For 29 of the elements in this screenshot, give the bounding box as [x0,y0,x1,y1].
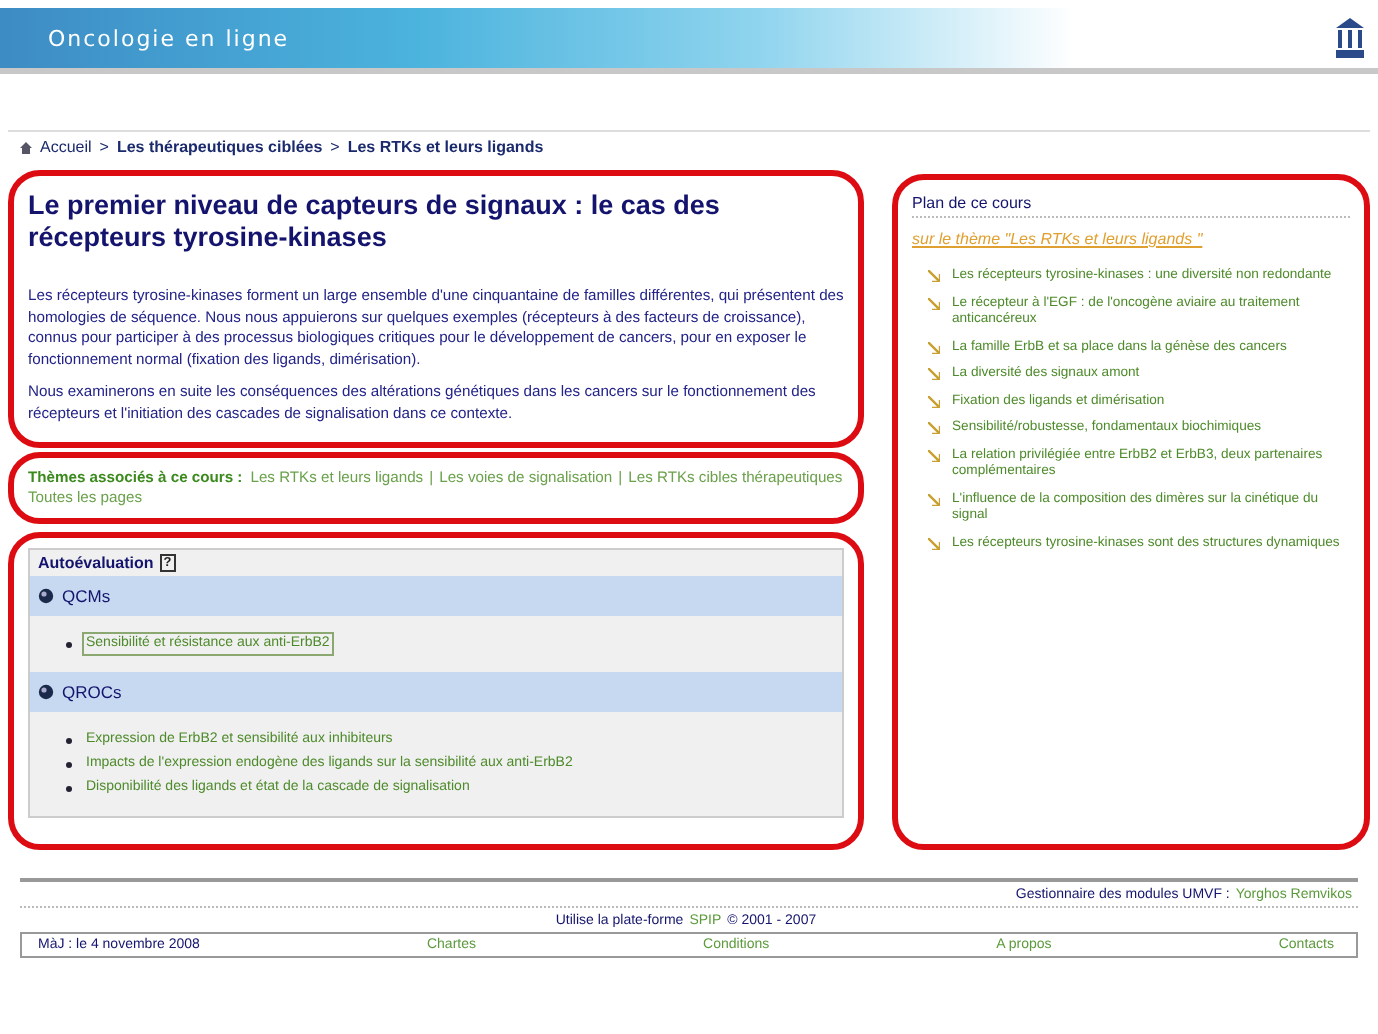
bullet-icon [66,641,72,647]
arrow-icon [928,395,940,407]
article-title: Le premier niveau de capteurs de signaux : le cas des récepteurs tyrosine-kinases [28,190,722,254]
arrow-icon [928,368,940,380]
breadcrumb-separator: > [99,138,109,156]
breadcrumb-link[interactable]: Accueil [40,138,92,156]
breadcrumb-link[interactable]: Les RTKs et leurs ligands [347,138,544,156]
bullet-icon [66,761,72,767]
breadcrumb-separator: > [330,138,340,156]
site-title: Oncologie en ligne [48,25,290,51]
arrow-icon [928,493,940,505]
plan-title: Plan de ce cours [912,194,1350,218]
section-title: QCMs [62,586,111,606]
plan-theme-link[interactable]: sur le thème "Les RTKs et leurs ligands " [912,230,1350,248]
bullet-icon [66,785,72,791]
arrow-icon [928,537,940,549]
bullet-icon [66,737,72,743]
arrow-icon [928,270,940,282]
arrow-icon [928,449,940,461]
home-icon [20,141,32,153]
section-title: QROCs [62,682,122,702]
bullet-icon [38,684,54,700]
self-assessment-title: Autoévaluation [38,554,154,572]
bullet-icon [38,588,54,604]
arrow-icon [928,341,940,353]
institution-logo-icon [1334,16,1366,60]
arrow-icon [928,297,940,309]
arrow-icon [928,422,940,434]
breadcrumb-link[interactable]: Les thérapeutiques ciblées [116,138,323,156]
